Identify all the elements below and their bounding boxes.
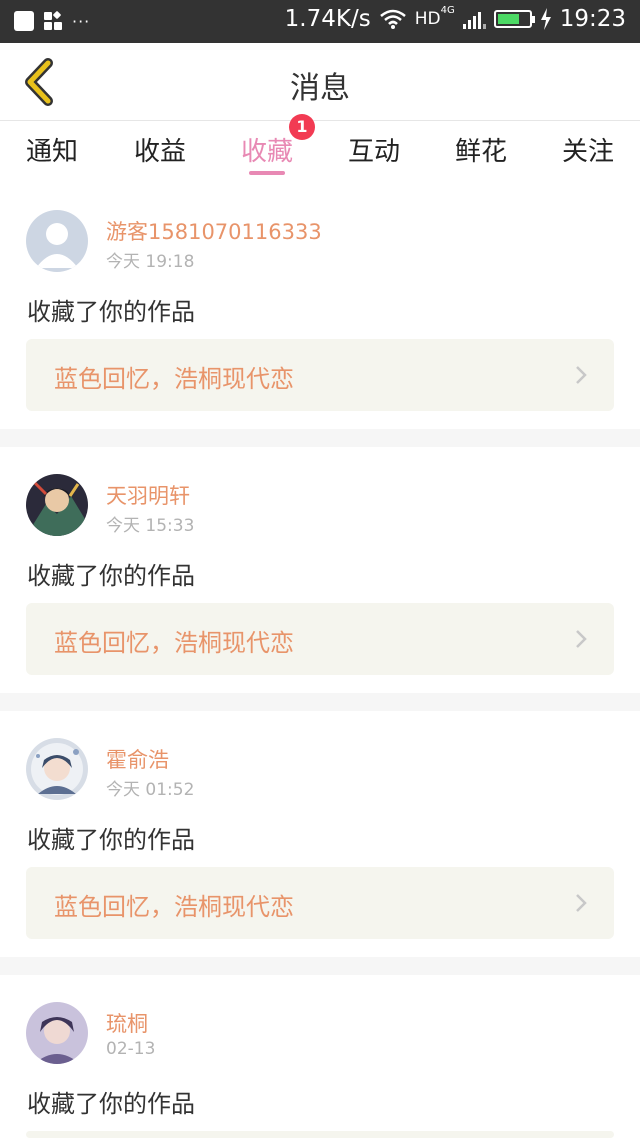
timestamp: 02-13	[106, 1039, 156, 1059]
tab-badge: 1	[289, 114, 315, 140]
status-bar: ··· 1.74K/s HD4G 19:23	[0, 0, 640, 43]
tab-notifications[interactable]: 通知	[2, 131, 102, 168]
work-link[interactable]: 蓝色回忆，浩桐现代恋	[26, 339, 614, 411]
more-dots: ···	[72, 11, 91, 31]
username[interactable]: 琉桐	[106, 1008, 148, 1038]
message-card: 琉桐 02-13 收藏了你的作品	[0, 975, 640, 1138]
username[interactable]: 游客1581070116333	[106, 216, 322, 246]
wifi-icon	[379, 9, 406, 29]
active-tab-indicator	[249, 171, 285, 175]
divider	[0, 429, 640, 447]
avatar[interactable]	[26, 210, 88, 272]
message-card: 游客1581070116333 今天 19:18 收藏了你的作品 蓝色回忆，浩桐…	[0, 181, 640, 429]
network-type: HD4G	[414, 5, 455, 29]
page-title: 消息	[290, 71, 350, 106]
chevron-right-icon	[576, 630, 587, 648]
tab-following[interactable]: 关注	[538, 131, 638, 168]
network-speed: 1.74K/s	[284, 6, 371, 32]
chevron-right-icon	[576, 894, 587, 912]
app-grid-icon	[44, 10, 62, 30]
divider	[0, 957, 640, 975]
work-link[interactable]	[26, 1131, 614, 1138]
action-text: 收藏了你的作品	[27, 826, 195, 854]
work-title: 蓝色回忆，浩桐现代恋	[54, 629, 294, 657]
action-text: 收藏了你的作品	[27, 298, 195, 326]
avatar[interactable]	[26, 1002, 88, 1064]
charging-icon	[540, 8, 551, 30]
clock: 19:23	[559, 6, 626, 32]
avatar[interactable]	[26, 738, 88, 800]
message-card: 霍俞浩 今天 01:52 收藏了你的作品 蓝色回忆，浩桐现代恋	[0, 711, 640, 957]
nav-bar: 消息	[0, 43, 640, 121]
action-text: 收藏了你的作品	[27, 1090, 195, 1118]
signal-icon	[462, 9, 486, 29]
divider	[0, 693, 640, 711]
status-right: 1.74K/s HD4G 19:23	[284, 5, 626, 32]
tab-interactions[interactable]: 互动	[324, 131, 424, 168]
work-title: 蓝色回忆，浩桐现代恋	[54, 893, 294, 921]
chevron-right-icon	[576, 366, 587, 384]
battery-icon	[493, 10, 535, 28]
username[interactable]: 天羽明轩	[106, 480, 190, 510]
timestamp: 今天 01:52	[106, 780, 195, 800]
work-link[interactable]: 蓝色回忆，浩桐现代恋	[26, 867, 614, 939]
work-title: 蓝色回忆，浩桐现代恋	[54, 365, 294, 393]
timestamp: 今天 15:33	[106, 516, 195, 536]
action-text: 收藏了你的作品	[27, 562, 195, 590]
tab-flowers[interactable]: 鲜花	[431, 131, 531, 168]
timestamp: 今天 19:18	[106, 252, 195, 272]
tab-earnings[interactable]: 收益	[110, 131, 210, 168]
notification-square-icon	[14, 11, 34, 31]
username[interactable]: 霍俞浩	[106, 744, 169, 774]
avatar[interactable]	[26, 474, 88, 536]
message-card: 天羽明轩 今天 15:33 收藏了你的作品 蓝色回忆，浩桐现代恋	[0, 447, 640, 693]
work-link[interactable]: 蓝色回忆，浩桐现代恋	[26, 603, 614, 675]
status-left: ···	[14, 10, 91, 31]
tab-bar: 通知 收益 收藏 互动 鲜花 关注	[0, 121, 640, 181]
